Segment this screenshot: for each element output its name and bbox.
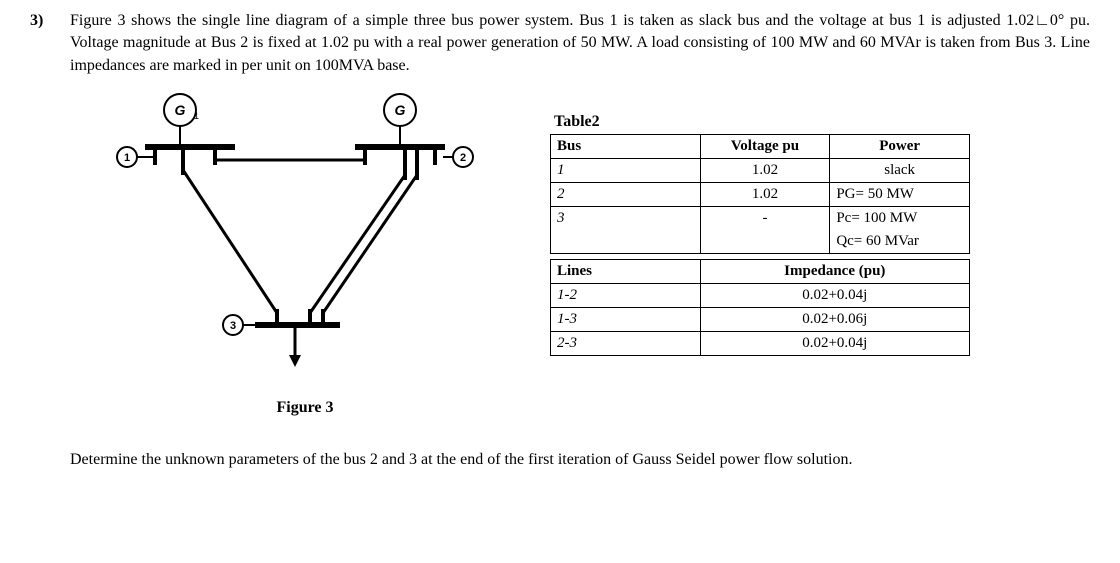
col-header-impedance: Impedance (pu) <box>700 259 969 283</box>
single-line-diagram-icon: G 1 1 G 2 <box>105 85 505 385</box>
table-row: 1-2 0.02+0.04j <box>551 283 970 307</box>
figure-column: G 1 1 G 2 <box>70 85 540 419</box>
problem-header: 3) Figure 3 shows the single line diagra… <box>30 10 1090 77</box>
table-row: 1 1.02 slack <box>551 158 970 182</box>
table-row: Bus Voltage pu Power <box>551 134 970 158</box>
svg-text:G: G <box>175 102 186 118</box>
table-row: 1-3 0.02+0.06j <box>551 307 970 331</box>
table-row: 2 1.02 PG= 50 MW <box>551 182 970 206</box>
col-header-lines: Lines <box>551 259 701 283</box>
problem-statement: Figure 3 shows the single line diagram o… <box>70 10 1090 77</box>
svg-text:3: 3 <box>230 320 236 332</box>
table-row: Qc= 60 MVar <box>551 230 970 254</box>
svg-text:G: G <box>395 102 406 118</box>
problem-number: 3) <box>30 10 58 32</box>
col-header-bus: Bus <box>551 134 701 158</box>
question-text: Determine the unknown parameters of the … <box>30 449 1090 471</box>
bus-data-table: Bus Voltage pu Power 1 1.02 slack 2 1.02… <box>550 134 970 356</box>
content-row: G 1 1 G 2 <box>30 85 1090 419</box>
table-title: Table2 <box>554 111 1090 133</box>
table-row: 3 - Pc= 100 MW <box>551 206 970 230</box>
svg-text:1: 1 <box>194 111 199 121</box>
col-header-power: Power <box>830 134 970 158</box>
table-row: 2-3 0.02+0.04j <box>551 331 970 355</box>
figure-caption: Figure 3 <box>70 397 540 419</box>
svg-text:2: 2 <box>460 152 466 164</box>
svg-text:1: 1 <box>124 152 130 164</box>
table-row: Lines Impedance (pu) <box>551 259 970 283</box>
table-column: Table2 Bus Voltage pu Power 1 1.02 slack… <box>540 85 1090 355</box>
col-header-voltage: Voltage pu <box>700 134 830 158</box>
